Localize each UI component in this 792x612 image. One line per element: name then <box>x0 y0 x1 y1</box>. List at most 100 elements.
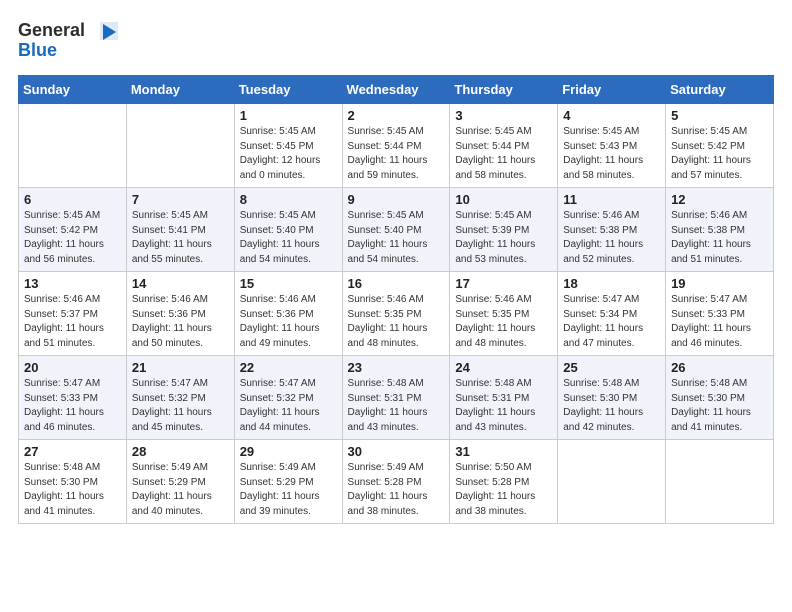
header-friday: Friday <box>558 76 666 104</box>
cell-info: Sunrise: 5:46 AMSunset: 5:35 PMDaylight:… <box>455 293 552 351</box>
svg-text:General: General <box>18 20 85 40</box>
calendar-cell: 9 Sunrise: 5:45 AMSunset: 5:40 PMDaylight… <box>342 188 450 272</box>
calendar-cell: 15Sunrise: 5:46 AMSunset: 5:36 PMDayligh… <box>234 272 342 356</box>
calendar-cell: 4 Sunrise: 5:45 AMSunset: 5:43 PMDaylight… <box>558 104 666 188</box>
cell-info: Sunrise: 5:45 AMSunset: 5:44 PMDaylight:… <box>455 125 552 183</box>
logo-text: General Blue <box>18 14 128 67</box>
cell-info: Sunrise: 5:45 AMSunset: 5:43 PMDaylight:… <box>563 125 660 183</box>
cell-info: Sunrise: 5:48 AMSunset: 5:31 PMDaylight:… <box>348 377 445 435</box>
cell-info: Sunrise: 5:49 AMSunset: 5:29 PMDaylight:… <box>240 461 337 519</box>
day-number: 10 <box>455 192 552 207</box>
cell-info: Sunrise: 5:46 AMSunset: 5:38 PMDaylight:… <box>563 209 660 267</box>
header-monday: Monday <box>126 76 234 104</box>
calendar-cell: 26 Sunrise: 5:48 AMSunset: 5:30 PMDayligh… <box>666 356 774 440</box>
day-number: 26 <box>671 360 768 375</box>
calendar-cell: 10 Sunrise: 5:45 AMSunset: 5:39 PMDayligh… <box>450 188 558 272</box>
day-number: 24 <box>455 360 552 375</box>
calendar-cell: 3 Sunrise: 5:45 AMSunset: 5:44 PMDaylight… <box>450 104 558 188</box>
cell-info: Sunrise: 5:45 AMSunset: 5:45 PMDaylight:… <box>240 125 337 183</box>
day-number: 2 <box>348 108 445 123</box>
calendar-cell: 31 Sunrise: 5:50 AMSunset: 5:28 PMDayligh… <box>450 440 558 524</box>
calendar-cell <box>666 440 774 524</box>
calendar-cell: 23 Sunrise: 5:48 AMSunset: 5:31 PMDayligh… <box>342 356 450 440</box>
calendar-cell <box>126 104 234 188</box>
cell-info: Sunrise: 5:49 AMSunset: 5:29 PMDaylight:… <box>132 461 229 519</box>
calendar-cell: 13Sunrise: 5:46 AMSunset: 5:37 PMDayligh… <box>19 272 127 356</box>
day-number: 13 <box>24 276 121 291</box>
day-number: 23 <box>348 360 445 375</box>
cell-info: Sunrise: 5:45 AMSunset: 5:39 PMDaylight:… <box>455 209 552 267</box>
header: General Blue <box>18 10 774 67</box>
day-number: 31 <box>455 444 552 459</box>
calendar-cell: 25 Sunrise: 5:48 AMSunset: 5:30 PMDayligh… <box>558 356 666 440</box>
header-wednesday: Wednesday <box>342 76 450 104</box>
header-sunday: Sunday <box>19 76 127 104</box>
cell-info: Sunrise: 5:47 AMSunset: 5:32 PMDaylight:… <box>132 377 229 435</box>
calendar-week-row: 13Sunrise: 5:46 AMSunset: 5:37 PMDayligh… <box>19 272 774 356</box>
cell-info: Sunrise: 5:48 AMSunset: 5:31 PMDaylight:… <box>455 377 552 435</box>
cell-info: Sunrise: 5:46 AMSunset: 5:36 PMDaylight:… <box>132 293 229 351</box>
cell-info: Sunrise: 5:47 AMSunset: 5:32 PMDaylight:… <box>240 377 337 435</box>
calendar-cell: 19 Sunrise: 5:47 AMSunset: 5:33 PMDayligh… <box>666 272 774 356</box>
calendar-cell: 29Sunrise: 5:49 AMSunset: 5:29 PMDayligh… <box>234 440 342 524</box>
logo: General Blue <box>18 14 128 67</box>
calendar-cell: 20 Sunrise: 5:47 AMSunset: 5:33 PMDayligh… <box>19 356 127 440</box>
day-number: 3 <box>455 108 552 123</box>
svg-text:Blue: Blue <box>18 40 57 60</box>
cell-info: Sunrise: 5:47 AMSunset: 5:33 PMDaylight:… <box>24 377 121 435</box>
cell-info: Sunrise: 5:48 AMSunset: 5:30 PMDaylight:… <box>671 377 768 435</box>
cell-info: Sunrise: 5:47 AMSunset: 5:34 PMDaylight:… <box>563 293 660 351</box>
day-number: 4 <box>563 108 660 123</box>
calendar-cell: 17 Sunrise: 5:46 AMSunset: 5:35 PMDayligh… <box>450 272 558 356</box>
calendar-cell: 27 Sunrise: 5:48 AMSunset: 5:30 PMDayligh… <box>19 440 127 524</box>
header-tuesday: Tuesday <box>234 76 342 104</box>
day-number: 22 <box>240 360 337 375</box>
calendar-cell: 8Sunrise: 5:45 AMSunset: 5:40 PMDaylight… <box>234 188 342 272</box>
calendar-cell: 30 Sunrise: 5:49 AMSunset: 5:28 PMDayligh… <box>342 440 450 524</box>
day-number: 19 <box>671 276 768 291</box>
day-number: 9 <box>348 192 445 207</box>
weekday-header-row: Sunday Monday Tuesday Wednesday Thursday… <box>19 76 774 104</box>
cell-info: Sunrise: 5:46 AMSunset: 5:38 PMDaylight:… <box>671 209 768 267</box>
calendar-week-row: 1 Sunrise: 5:45 AMSunset: 5:45 PMDaylight… <box>19 104 774 188</box>
calendar-cell: 7Sunrise: 5:45 AMSunset: 5:41 PMDaylight… <box>126 188 234 272</box>
cell-info: Sunrise: 5:50 AMSunset: 5:28 PMDaylight:… <box>455 461 552 519</box>
day-number: 18 <box>563 276 660 291</box>
day-number: 20 <box>24 360 121 375</box>
day-number: 25 <box>563 360 660 375</box>
cell-info: Sunrise: 5:48 AMSunset: 5:30 PMDaylight:… <box>24 461 121 519</box>
day-number: 12 <box>671 192 768 207</box>
calendar-cell: 22 Sunrise: 5:47 AMSunset: 5:32 PMDayligh… <box>234 356 342 440</box>
header-thursday: Thursday <box>450 76 558 104</box>
cell-info: Sunrise: 5:46 AMSunset: 5:35 PMDaylight:… <box>348 293 445 351</box>
day-number: 30 <box>348 444 445 459</box>
day-number: 15 <box>240 276 337 291</box>
header-saturday: Saturday <box>666 76 774 104</box>
day-number: 5 <box>671 108 768 123</box>
cell-info: Sunrise: 5:45 AMSunset: 5:41 PMDaylight:… <box>132 209 229 267</box>
calendar-cell: 24 Sunrise: 5:48 AMSunset: 5:31 PMDayligh… <box>450 356 558 440</box>
calendar-cell <box>19 104 127 188</box>
page: General Blue Sunday Monday Tuesday Wedne… <box>0 0 792 612</box>
cell-info: Sunrise: 5:45 AMSunset: 5:42 PMDaylight:… <box>671 125 768 183</box>
day-number: 14 <box>132 276 229 291</box>
calendar-cell: 18 Sunrise: 5:47 AMSunset: 5:34 PMDayligh… <box>558 272 666 356</box>
cell-info: Sunrise: 5:45 AMSunset: 5:42 PMDaylight:… <box>24 209 121 267</box>
day-number: 1 <box>240 108 337 123</box>
calendar-cell: 16 Sunrise: 5:46 AMSunset: 5:35 PMDayligh… <box>342 272 450 356</box>
cell-info: Sunrise: 5:47 AMSunset: 5:33 PMDaylight:… <box>671 293 768 351</box>
day-number: 17 <box>455 276 552 291</box>
cell-info: Sunrise: 5:45 AMSunset: 5:40 PMDaylight:… <box>348 209 445 267</box>
cell-info: Sunrise: 5:49 AMSunset: 5:28 PMDaylight:… <box>348 461 445 519</box>
day-number: 27 <box>24 444 121 459</box>
calendar-cell <box>558 440 666 524</box>
calendar-week-row: 6 Sunrise: 5:45 AMSunset: 5:42 PMDaylight… <box>19 188 774 272</box>
day-number: 6 <box>24 192 121 207</box>
calendar-cell: 6 Sunrise: 5:45 AMSunset: 5:42 PMDaylight… <box>19 188 127 272</box>
cell-info: Sunrise: 5:45 AMSunset: 5:40 PMDaylight:… <box>240 209 337 267</box>
day-number: 21 <box>132 360 229 375</box>
cell-info: Sunrise: 5:48 AMSunset: 5:30 PMDaylight:… <box>563 377 660 435</box>
calendar-week-row: 20 Sunrise: 5:47 AMSunset: 5:33 PMDayligh… <box>19 356 774 440</box>
calendar-cell: 2Sunrise: 5:45 AMSunset: 5:44 PMDaylight… <box>342 104 450 188</box>
day-number: 16 <box>348 276 445 291</box>
